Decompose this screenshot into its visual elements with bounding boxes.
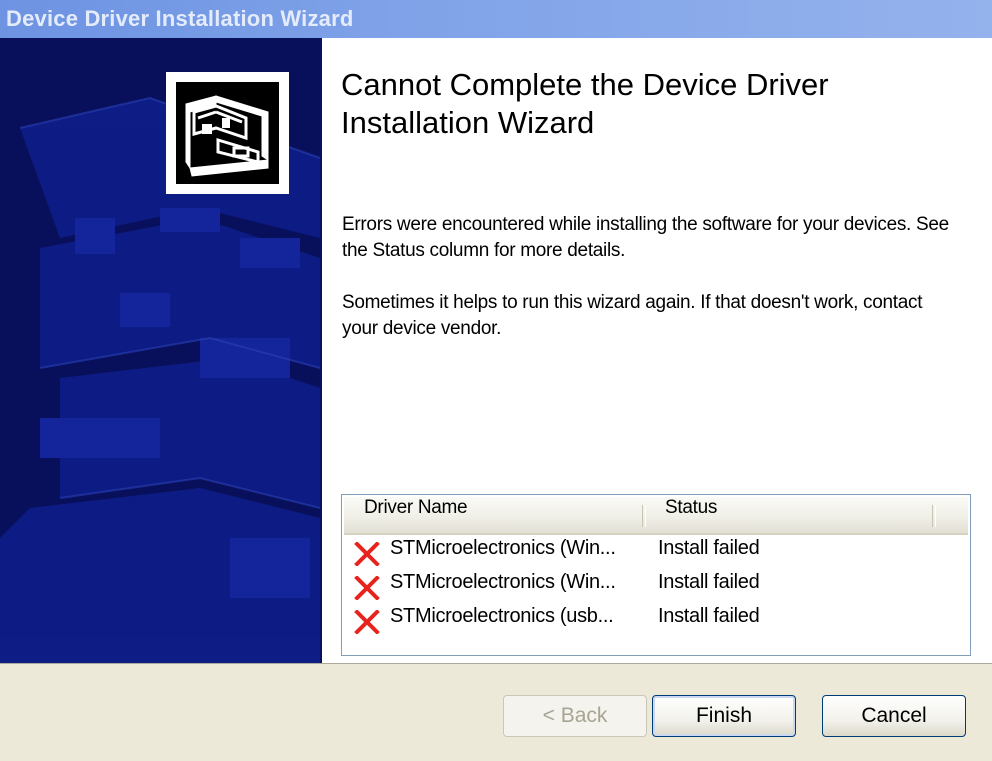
driver-name: STMicroelectronics (usb...: [390, 605, 614, 627]
column-header-driver-name[interactable]: Driver Name: [364, 497, 468, 533]
title-bar[interactable]: Device Driver Installation Wizard: [0, 0, 992, 39]
driver-row[interactable]: STMicroelectronics (Win... Install faile…: [344, 571, 968, 605]
window-title: Device Driver Installation Wizard: [6, 6, 354, 31]
cancel-button[interactable]: Cancel: [822, 695, 966, 737]
column-header-status[interactable]: Status: [665, 497, 717, 533]
driver-status: Install failed: [658, 605, 760, 627]
driver-name: STMicroelectronics (Win...: [390, 571, 616, 593]
error-x-icon: [354, 576, 380, 600]
page-heading: Cannot Complete the Device Driver Instal…: [341, 67, 829, 140]
driver-status: Install failed: [658, 571, 760, 593]
error-x-icon: [354, 542, 380, 566]
driver-status: Install failed: [658, 537, 760, 559]
driver-list[interactable]: Driver Name Status STMicroelectronics (W…: [341, 494, 971, 656]
button-bar: < Back Finish Cancel: [0, 663, 992, 761]
driver-list-header: Driver Name Status: [344, 497, 968, 535]
column-divider[interactable]: [932, 505, 936, 527]
column-divider[interactable]: [642, 505, 646, 527]
driver-name: STMicroelectronics (Win...: [390, 537, 616, 559]
error-x-icon: [354, 610, 380, 634]
hardware-card-icon: [166, 72, 289, 194]
driver-row[interactable]: STMicroelectronics (Win... Install faile…: [344, 537, 968, 571]
wizard-content: Cannot Complete the Device Driver Instal…: [322, 38, 992, 663]
back-button[interactable]: < Back: [503, 695, 647, 737]
help-description: Sometimes it helps to run this wizard ag…: [342, 292, 923, 339]
error-description: Errors were encountered while installing…: [342, 214, 949, 261]
driver-row[interactable]: STMicroelectronics (usb... Install faile…: [344, 605, 968, 639]
finish-button[interactable]: Finish: [652, 695, 796, 737]
